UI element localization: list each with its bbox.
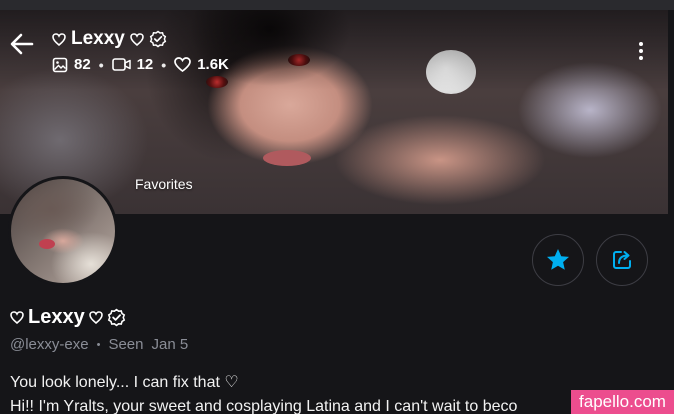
meta-separator: • — [96, 338, 101, 351]
kebab-menu-icon — [639, 42, 643, 60]
header-name-row: Lexxy — [52, 28, 229, 50]
profile-name-row: Lexxy — [10, 306, 126, 329]
verified-badge-icon — [107, 308, 125, 327]
likes-stat: 1.6K — [174, 56, 229, 73]
header-name: Lexxy — [71, 28, 125, 49]
photos-count: 82 — [74, 56, 91, 73]
videos-count: 12 — [136, 56, 154, 73]
stat-separator: • — [98, 56, 104, 73]
top-strip — [0, 0, 674, 10]
likes-count: 1.6K — [197, 56, 229, 73]
profile-meta: @lexxy-exe • Seen Jan 5 — [10, 336, 188, 353]
bio-line-1: You look lonely... I can fix that ♡ — [10, 374, 239, 391]
watermark: fapello.com — [571, 390, 674, 414]
favorite-button[interactable] — [532, 234, 584, 286]
profile-handle: @lexxy-exe — [10, 336, 89, 353]
stat-separator: • — [161, 56, 167, 73]
photo-icon — [52, 57, 68, 72]
avatar[interactable] — [8, 176, 118, 286]
verified-badge-icon — [149, 30, 167, 48]
back-arrow-icon — [10, 33, 34, 55]
cover-photo: Lexxy 82 • 12 • 1.6K Favorites — [0, 10, 668, 214]
video-icon — [111, 58, 131, 71]
profile-name: Lexxy — [28, 306, 85, 328]
heart-outline-icon — [52, 32, 66, 46]
heart-outline-icon — [10, 311, 24, 324]
heart-outline-icon — [88, 311, 103, 324]
favorites-link[interactable]: Favorites — [135, 176, 193, 192]
share-icon — [613, 251, 631, 269]
header-info: Lexxy 82 • 12 • 1.6K — [52, 28, 229, 73]
photos-stat: 82 — [52, 56, 91, 73]
heart-outline-icon — [130, 32, 144, 46]
back-button[interactable] — [8, 30, 36, 58]
more-options-button[interactable] — [632, 40, 650, 62]
header-stats: 82 • 12 • 1.6K — [52, 56, 229, 73]
heart-outline-icon — [174, 57, 192, 72]
share-button[interactable] — [596, 234, 648, 286]
star-icon — [547, 249, 569, 270]
seen-date: Jan 5 — [151, 336, 189, 353]
seen-label: Seen — [108, 336, 144, 353]
videos-stat: 12 — [111, 56, 154, 73]
